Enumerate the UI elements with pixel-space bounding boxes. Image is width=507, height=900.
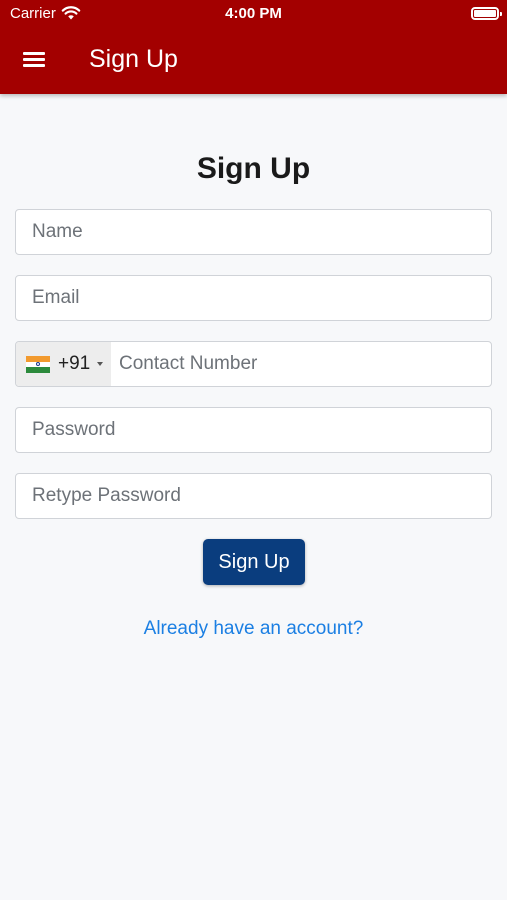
battery-icon: [471, 7, 502, 20]
name-input[interactable]: [16, 210, 491, 254]
login-link[interactable]: Already have an account?: [0, 618, 507, 640]
email-field-box: [15, 275, 492, 321]
clock-time: 4:00 PM: [225, 5, 282, 22]
status-bar: Carrier 4:00 PM: [0, 0, 507, 28]
retype-password-field-box: [15, 473, 492, 519]
sign-up-button[interactable]: Sign Up: [203, 539, 305, 585]
india-flag-icon: [26, 356, 50, 373]
caret-down-icon: [97, 362, 103, 366]
country-code-picker[interactable]: +91: [16, 342, 111, 386]
app-header: Carrier 4:00 PM Sign Up: [0, 0, 507, 94]
password-field-box: [15, 407, 492, 453]
password-input[interactable]: [16, 408, 491, 452]
menu-icon[interactable]: [22, 50, 48, 70]
contact-number-field-box: +91: [15, 341, 492, 387]
name-field-box: [15, 209, 492, 255]
dial-code: +91: [58, 353, 91, 374]
page-title: Sign Up: [196, 152, 311, 185]
contact-number-input[interactable]: [111, 342, 491, 386]
email-input[interactable]: [16, 276, 491, 320]
header-title: Sign Up: [89, 45, 178, 73]
retype-password-input[interactable]: [16, 474, 491, 518]
